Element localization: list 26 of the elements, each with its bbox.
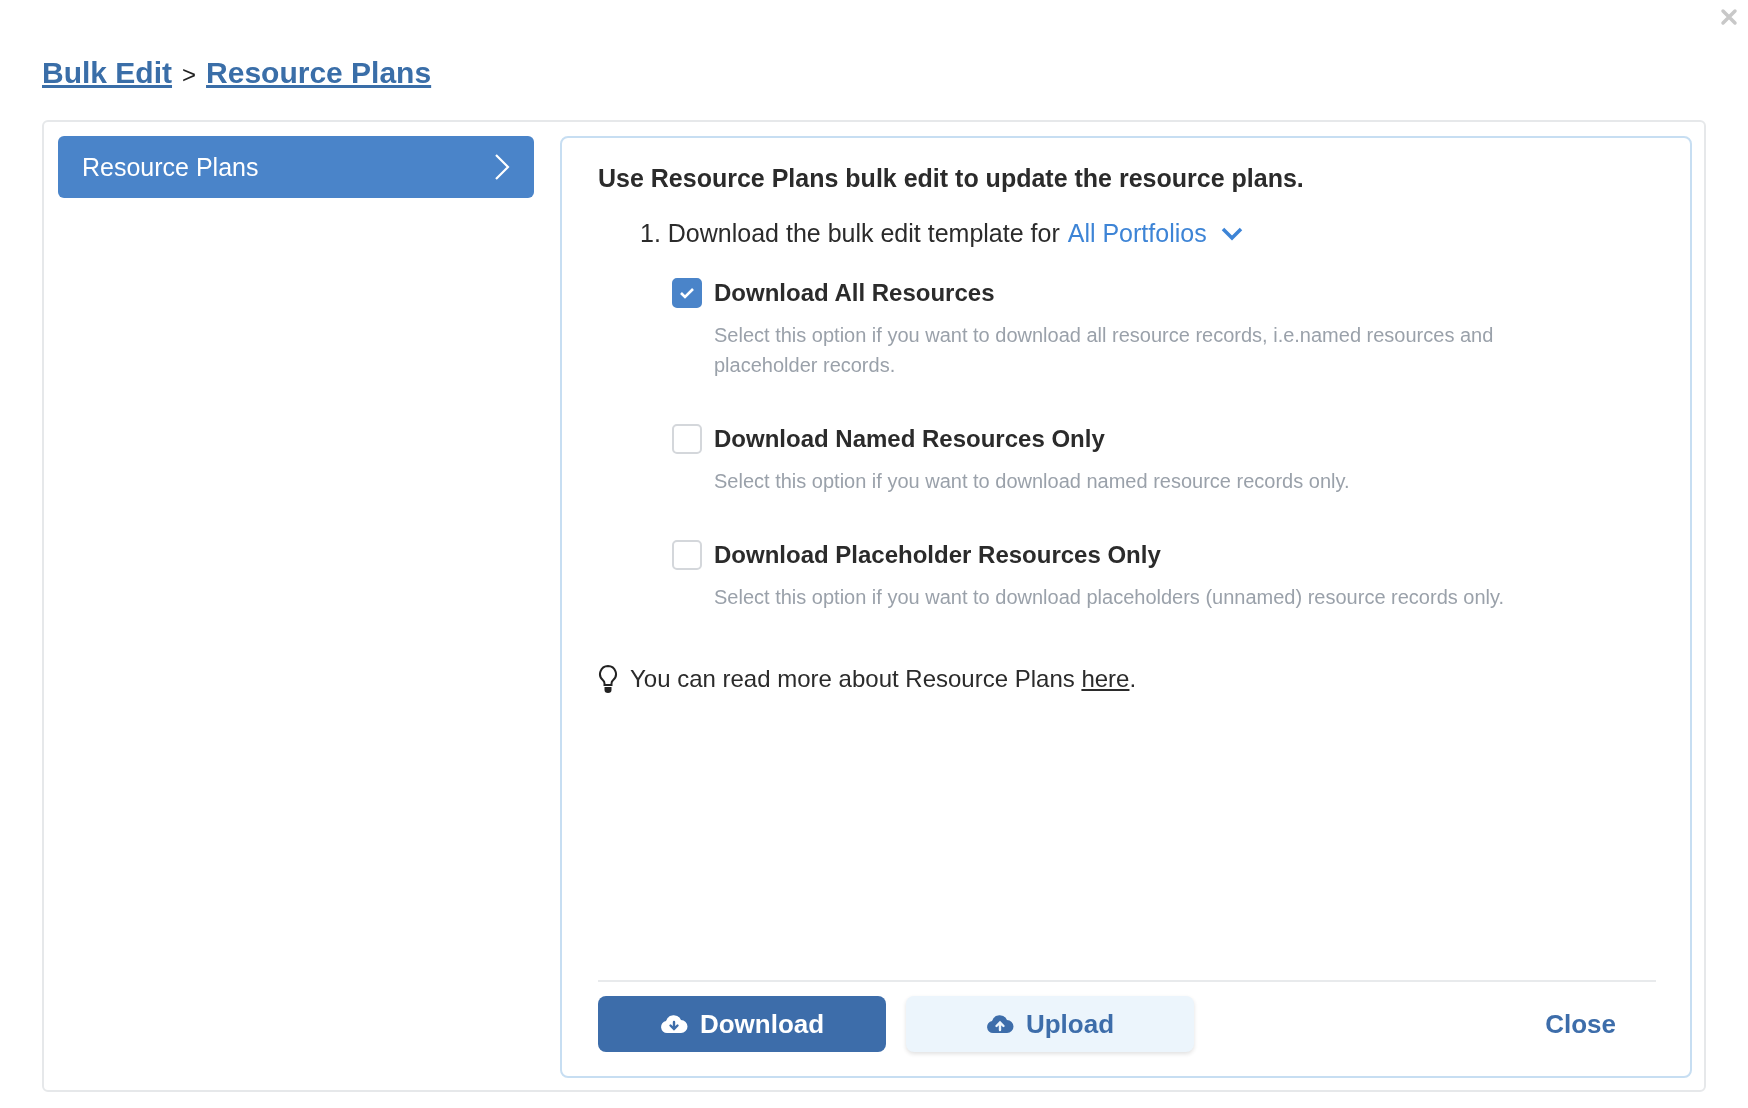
upload-button[interactable]: Upload: [906, 996, 1194, 1052]
sidebar-item[interactable]: Resource Plans: [58, 136, 534, 198]
checkmark-icon: [679, 287, 695, 299]
close-button[interactable]: Close: [1505, 996, 1656, 1052]
option-label: Download Named Resources Only: [714, 425, 1106, 453]
heading: Use Resource Plans bulk edit to update the resource plans.: [598, 164, 1305, 193]
breadcrumb-separator: >: [182, 61, 197, 89]
step-text: 1. Download the bulk edit template for: [640, 219, 1060, 248]
checkbox[interactable]: [672, 278, 702, 308]
portfolio-dropdown[interactable]: All Portfolios: [1067, 219, 1243, 248]
download-button[interactable]: Download: [598, 996, 886, 1052]
option-label: Download All Resources: [714, 279, 996, 307]
option-label: Download Placeholder Resources Only: [714, 541, 1162, 569]
cloud-download-icon: [659, 1013, 688, 1035]
breadcrumb-link[interactable]: Bulk Edit: [42, 56, 172, 90]
option-description: Select this option if you want to download all resource records, i.e.named resources and placeholder records.: [714, 323, 1495, 378]
tip-text: You can read more about Resource Plans here.: [630, 665, 1137, 693]
cloud-upload-icon: [985, 1013, 1014, 1035]
chevron-right-icon: [494, 153, 510, 181]
breadcrumb-link[interactable]: Resource Plans: [206, 56, 432, 90]
lightbulb-icon: [598, 664, 618, 694]
close-icon[interactable]: [1720, 8, 1738, 26]
chevron-down-icon: [1220, 226, 1243, 241]
here-link[interactable]: here: [1081, 665, 1130, 692]
option-description: Select this option if you want to download placeholders (unnamed) resource records only.: [714, 585, 1506, 610]
option-description: Select this option if you want to download named resource records only.: [714, 469, 1351, 494]
